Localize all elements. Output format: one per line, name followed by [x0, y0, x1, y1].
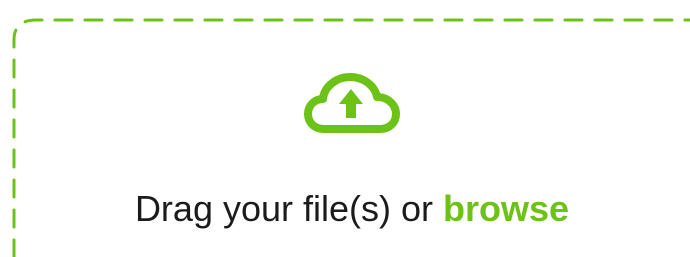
- file-dropzone[interactable]: Drag your file(s) or browse: [0, 0, 690, 257]
- browse-link[interactable]: browse: [443, 188, 569, 229]
- cloud-upload-icon: [304, 73, 400, 133]
- dropzone-prompt-text: Drag your file(s) or: [134, 188, 444, 229]
- dropzone-prompt: Drag your file(s) or browse: [0, 184, 690, 234]
